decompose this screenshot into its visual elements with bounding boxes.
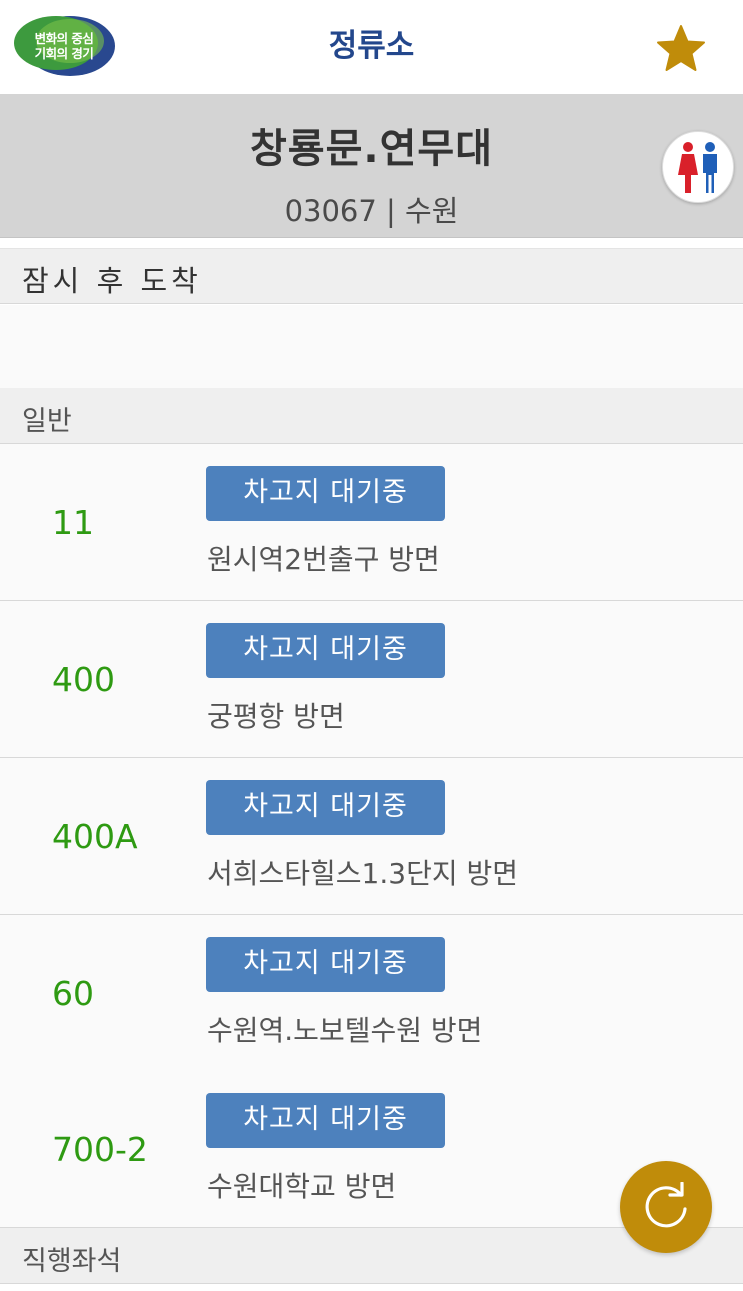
status-button[interactable]: 차고지 대기중 — [206, 1093, 445, 1148]
page-title: 정류소 — [328, 28, 415, 64]
route-direction: 원시역2번출구 방면 — [207, 543, 440, 576]
express-bus-label: 직행좌석 — [22, 1246, 122, 1277]
route-direction: 서희스타힐스1.3단지 방면 — [207, 857, 519, 890]
stop-info-panel: 창룡문.연무대 03067 | 수원 — [0, 94, 743, 238]
route-row[interactable]: 400A 차고지 대기중 서희스타힐스1.3단지 방면 — [0, 758, 743, 915]
route-row[interactable]: 60 차고지 대기중 수원역.노보텔수원 방면 — [0, 915, 743, 1072]
route-direction: 수원대학교 방면 — [207, 1170, 397, 1203]
arriving-soon-header: 잠시 후 도착 — [0, 248, 743, 304]
status-button[interactable]: 차고지 대기중 — [206, 780, 445, 835]
route-direction: 수원역.노보텔수원 방면 — [207, 1014, 483, 1047]
status-button[interactable]: 차고지 대기중 — [206, 623, 445, 678]
route-direction: 궁평항 방면 — [207, 700, 345, 733]
arriving-soon-list — [0, 305, 743, 388]
normal-bus-label: 일반 — [22, 406, 72, 437]
route-number: 11 — [52, 503, 94, 542]
route-row[interactable]: 11 차고지 대기중 원시역2번출구 방면 — [0, 444, 743, 601]
normal-bus-header: 일반 — [0, 388, 743, 444]
route-number: 60 — [52, 974, 94, 1013]
refresh-icon — [645, 1182, 687, 1228]
favorite-star-icon[interactable] — [656, 24, 706, 72]
stop-id-region: 03067 | 수원 — [284, 194, 459, 228]
restroom-button[interactable] — [662, 131, 734, 203]
app-header: 변화의 중심 기회의 경기 정류소 — [0, 0, 743, 94]
arriving-soon-label: 잠시 후 도착 — [22, 264, 202, 298]
route-number: 400A — [52, 817, 138, 856]
route-number: 400 — [52, 660, 115, 699]
refresh-button[interactable] — [620, 1161, 712, 1253]
status-button[interactable]: 차고지 대기중 — [206, 937, 445, 992]
status-button[interactable]: 차고지 대기중 — [206, 466, 445, 521]
route-row[interactable]: 400 차고지 대기중 궁평항 방면 — [0, 601, 743, 758]
restroom-icon — [678, 142, 717, 193]
stop-name: 창룡문.연무대 — [250, 126, 493, 172]
route-number: 700-2 — [52, 1130, 148, 1169]
